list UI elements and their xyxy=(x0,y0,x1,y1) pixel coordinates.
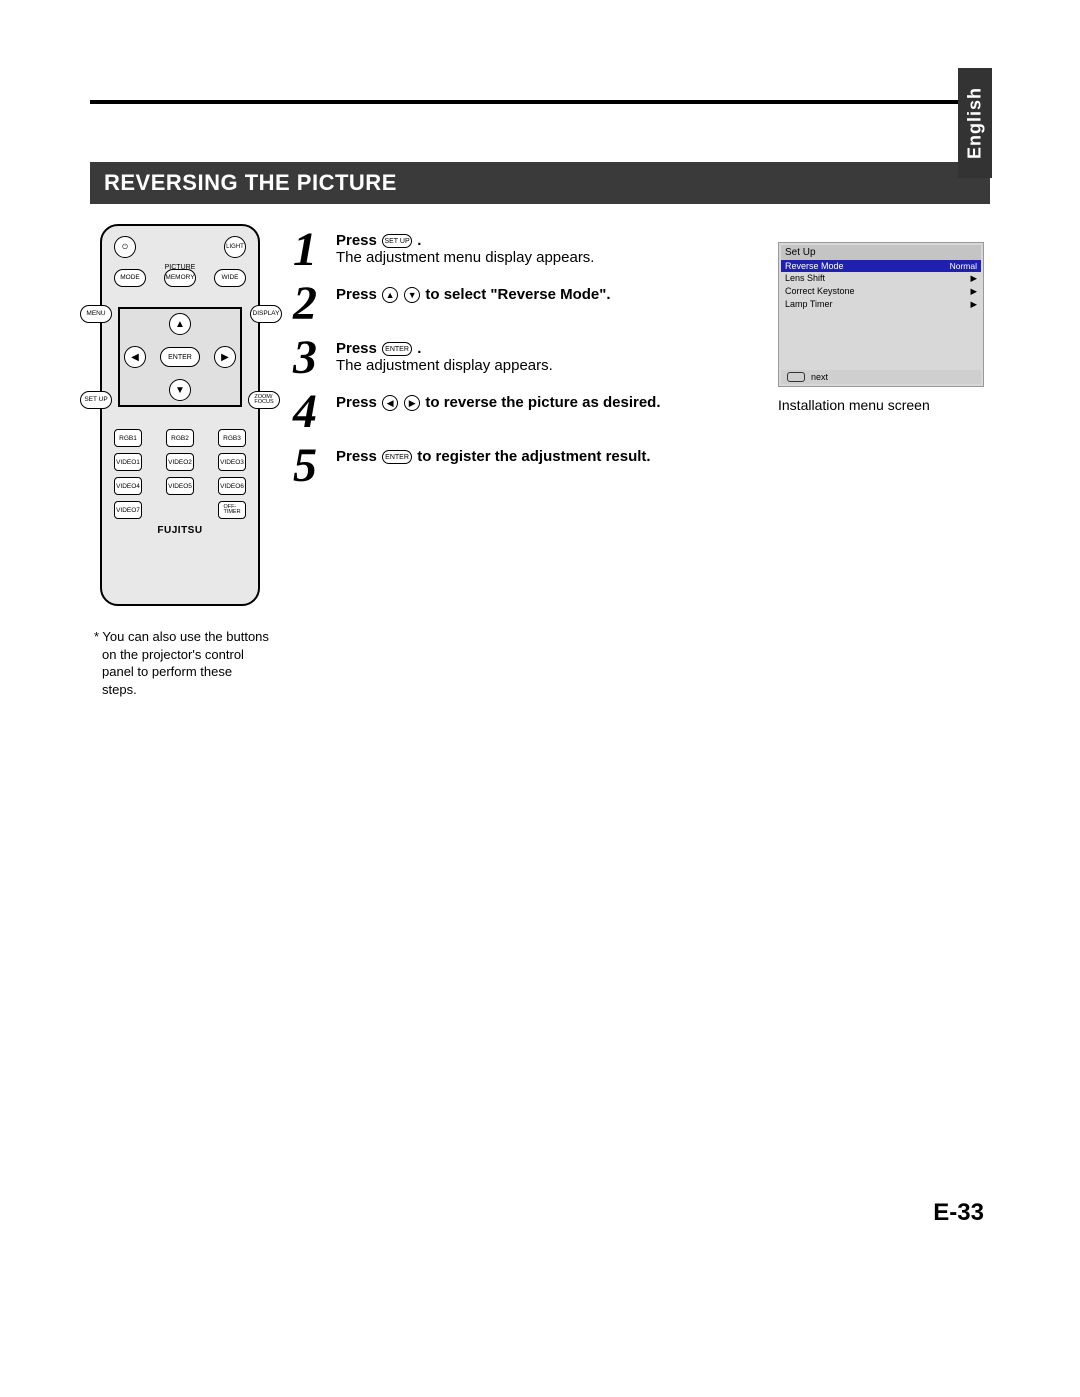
menu-row-value: ▶ xyxy=(970,273,977,284)
setup-button: SET UP xyxy=(80,391,112,409)
dpad: ▲ ▼ ◀ ▶ ENTER xyxy=(118,307,242,407)
step-number: 3 xyxy=(288,334,322,382)
page: English REVERSING THE PICTURE ⏻ LIGHT PI… xyxy=(0,0,1080,1397)
right-arrow-icon: ▶ xyxy=(404,395,420,411)
menu-row-reverse-mode: Reverse Mode Normal xyxy=(781,260,981,272)
remote-brand: FUJITSU xyxy=(114,525,246,536)
video7-button: VIDEO7 xyxy=(114,501,142,519)
zoom-focus-button: ZOOM/ FOCUS xyxy=(248,391,280,409)
step-2: 2 Press ▲ ▼ to select "Reverse Mode". xyxy=(288,280,760,328)
menu-foot-text: next xyxy=(811,372,828,382)
step-lead: Press xyxy=(336,286,377,303)
menu-row-keystone: Correct Keystone ▶ xyxy=(781,285,981,298)
menu-row-lamp-timer: Lamp Timer ▶ xyxy=(781,298,981,311)
enter-icon: ENTER xyxy=(382,342,412,356)
rgb2-button: RGB2 xyxy=(166,429,194,447)
step-number: 5 xyxy=(288,442,322,490)
left-arrow-icon: ◀ xyxy=(382,395,398,411)
menu-row-value: ▶ xyxy=(970,286,977,297)
step-body-text: The adjustment display appears. xyxy=(336,357,553,374)
step-5: 5 Press ENTER to register the adjustment… xyxy=(288,442,760,490)
menu-screen: Set Up Reverse Mode Normal Lens Shift ▶ … xyxy=(778,242,984,387)
step-lead: Press xyxy=(336,340,377,357)
step-3: 3 Press ENTER . The adjustment display a… xyxy=(288,334,760,382)
menu-caption: Installation menu screen xyxy=(778,397,990,413)
menu-row-label: Reverse Mode xyxy=(785,261,844,271)
video6-button: VIDEO6 xyxy=(218,477,246,495)
wide-button: WIDE xyxy=(214,269,246,287)
step-lead: Press xyxy=(336,394,377,411)
video3-button: VIDEO3 xyxy=(218,453,246,471)
light-button: LIGHT xyxy=(224,236,246,258)
step-number: 2 xyxy=(288,280,322,328)
menu-row-lens-shift: Lens Shift ▶ xyxy=(781,272,981,285)
setup-icon: SET UP xyxy=(382,234,412,248)
dpad-left: ◀ xyxy=(124,346,146,368)
step-tail: to reverse the picture as desired. xyxy=(425,394,660,411)
menu-row-label: Lens Shift xyxy=(785,273,825,284)
page-number: E-33 xyxy=(933,1199,984,1227)
remote-control: ⏻ LIGHT PICTURE MODE MEMORY WIDE MENU DI… xyxy=(100,224,260,606)
step-body-text: The adjustment menu display appears. xyxy=(336,249,594,266)
step-tail: . xyxy=(417,232,421,249)
video2-button: VIDEO2 xyxy=(166,453,194,471)
menu-button: MENU xyxy=(80,305,112,323)
down-arrow-icon: ▼ xyxy=(404,287,420,303)
video4-button: VIDEO4 xyxy=(114,477,142,495)
video1-button: VIDEO1 xyxy=(114,453,142,471)
step-lead: Press xyxy=(336,448,377,465)
dpad-enter: ENTER xyxy=(160,347,200,367)
up-arrow-icon: ▲ xyxy=(382,287,398,303)
remote-note: * You can also use the buttons on the pr… xyxy=(90,628,270,698)
step-lead: Press xyxy=(336,232,377,249)
section-title: REVERSING THE PICTURE xyxy=(90,162,990,204)
dpad-right: ▶ xyxy=(214,346,236,368)
step-1: 1 Press SET UP . The adjustment menu dis… xyxy=(288,226,760,274)
rgb1-button: RGB1 xyxy=(114,429,142,447)
menu-column: Set Up Reverse Mode Normal Lens Shift ▶ … xyxy=(778,242,990,698)
step-tail: to register the adjustment result. xyxy=(417,448,650,465)
menu-header: Set Up xyxy=(781,245,981,260)
menu-row-label: Correct Keystone xyxy=(785,286,855,297)
display-button: DISPLAY xyxy=(250,305,282,323)
menu-row-label: Lamp Timer xyxy=(785,299,833,310)
dpad-down: ▼ xyxy=(169,379,191,401)
menu-row-value: ▶ xyxy=(970,299,977,310)
menu-footer: next xyxy=(781,370,981,384)
dpad-up: ▲ xyxy=(169,313,191,335)
step-tail: . xyxy=(417,340,421,357)
step-number: 4 xyxy=(288,388,322,436)
mode-button: MODE xyxy=(114,269,146,287)
remote-column: ⏻ LIGHT PICTURE MODE MEMORY WIDE MENU DI… xyxy=(90,224,270,698)
power-button: ⏻ xyxy=(114,236,136,258)
step-4: 4 Press ◀ ▶ to reverse the picture as de… xyxy=(288,388,760,436)
enter-icon: ENTER xyxy=(382,450,412,464)
step-number: 1 xyxy=(288,226,322,274)
off-timer-button: OFF- TIMER xyxy=(218,501,246,519)
step-tail: to select "Reverse Mode". xyxy=(425,286,610,303)
top-rule xyxy=(90,100,990,104)
steps-column: 1 Press SET UP . The adjustment menu dis… xyxy=(288,224,760,698)
memory-button: MEMORY xyxy=(164,269,196,287)
content-row: ⏻ LIGHT PICTURE MODE MEMORY WIDE MENU DI… xyxy=(90,224,990,698)
video5-button: VIDEO5 xyxy=(166,477,194,495)
rgb3-button: RGB3 xyxy=(218,429,246,447)
language-tab: English xyxy=(958,68,992,178)
menu-row-value: Normal xyxy=(950,261,977,271)
nav-icon xyxy=(787,372,805,382)
